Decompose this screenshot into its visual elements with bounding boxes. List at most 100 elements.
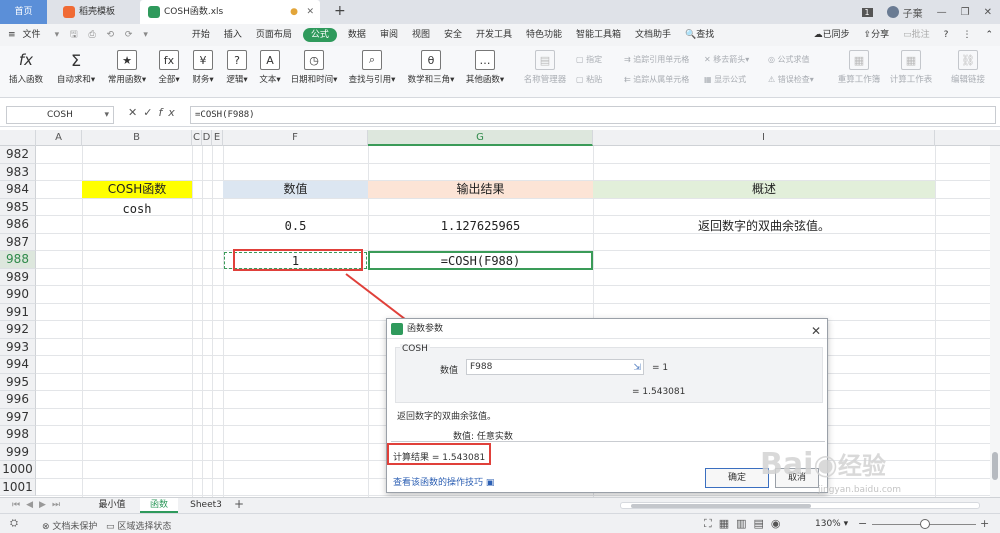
share-button[interactable]: ⇪分享 <box>857 24 897 46</box>
cell-g986[interactable]: 1.127625965 <box>368 218 593 235</box>
select-all-corner[interactable] <box>0 130 36 146</box>
cell-b985[interactable]: cosh <box>82 201 192 218</box>
zoom-out-icon[interactable]: − <box>858 517 867 530</box>
close-tab-icon[interactable]: ✕ <box>306 0 314 24</box>
new-tab-button[interactable]: + <box>334 3 346 19</box>
column-header-g[interactable]: G <box>368 130 593 146</box>
cell-i984[interactable]: 概述 <box>593 181 935 198</box>
row-header[interactable]: 983 <box>0 163 36 181</box>
collapse-dialog-icon[interactable]: ⇲ <box>633 361 641 375</box>
h-scroll-thumb[interactable] <box>631 504 811 508</box>
name-box[interactable]: COSH ▾ <box>6 106 114 124</box>
cell-g984[interactable]: 输出结果 <box>368 181 593 198</box>
row-header[interactable]: 993 <box>0 338 36 356</box>
column-header-c[interactable]: C <box>192 130 202 146</box>
row-header[interactable]: 992 <box>0 321 36 339</box>
menu-item[interactable]: 开发工具 <box>469 24 519 46</box>
specify-button[interactable]: ▢ 指定 <box>576 54 602 65</box>
menu-item[interactable]: 公式 <box>302 28 337 42</box>
comment-button[interactable]: ▭批注 <box>896 24 937 46</box>
cell-f984[interactable]: 数值 <box>223 181 368 198</box>
column-header-e[interactable]: E <box>212 130 223 146</box>
menu-item[interactable]: 开始 <box>185 24 217 46</box>
formula-input[interactable]: =COSH(F988) <box>190 106 996 124</box>
close-icon[interactable]: ✕ <box>811 321 821 341</box>
menu-item[interactable]: 插入 <box>217 24 249 46</box>
tab-home[interactable]: 首页 <box>0 0 47 24</box>
column-header-i[interactable]: I <box>593 130 935 146</box>
remove-arrows-button[interactable]: ✕ 移去箭头▾ <box>704 54 749 65</box>
zoom-in-icon[interactable]: + <box>980 517 989 530</box>
name-manager-button[interactable]: ▤ 名称管理器 <box>520 50 570 85</box>
sheet-tab-sheet3[interactable]: Sheet3 <box>184 498 228 513</box>
row-header[interactable]: 986 <box>0 216 36 234</box>
column-header-f[interactable]: F <box>223 130 368 146</box>
add-sheet-icon[interactable]: + <box>234 497 244 511</box>
sheet-tab-functions[interactable]: 函数 <box>140 498 178 513</box>
menu-item[interactable]: 安全 <box>437 24 469 46</box>
row-header[interactable]: 1001 <box>0 478 36 496</box>
finance-button[interactable]: ¥ 财务▾ <box>188 50 218 85</box>
edit-links-button[interactable]: ⛓ 编辑链接 <box>946 50 990 85</box>
autosum-button[interactable]: Σ 自动求和▾ <box>54 50 98 86</box>
row-header[interactable]: 995 <box>0 373 36 391</box>
calc-sheet-button[interactable]: ▦ 计算工作表 <box>886 50 936 85</box>
close-window-icon[interactable]: ✕ <box>984 7 992 18</box>
trace-precedents-button[interactable]: ⇉ 追踪引用单元格 <box>624 54 689 65</box>
column-header-b[interactable]: B <box>82 130 192 146</box>
lookup-button[interactable]: ⌕ 查找与引用▾ <box>346 50 398 85</box>
minimize-icon[interactable]: — <box>937 7 947 18</box>
row-header[interactable]: 996 <box>0 391 36 409</box>
row-header[interactable]: 985 <box>0 198 36 216</box>
confirm-icon[interactable]: ✓ <box>143 106 158 119</box>
trace-dependents-button[interactable]: ⇇ 追踪从属单元格 <box>624 74 689 85</box>
sync-button[interactable]: ☁已同步 <box>807 24 857 46</box>
row-header[interactable]: 982 <box>0 146 36 164</box>
math-button[interactable]: θ 数学和三角▾ <box>405 50 457 85</box>
tab-file[interactable]: COSH函数.xls ● ✕ <box>140 0 320 24</box>
horizontal-scrollbar[interactable] <box>620 502 980 509</box>
row-header[interactable]: 989 <box>0 268 36 286</box>
row-header[interactable]: 998 <box>0 426 36 444</box>
protect-status[interactable]: ⊗ 文档未保护 <box>42 519 97 532</box>
cell-b984[interactable]: COSH函数 <box>82 181 192 198</box>
restore-icon[interactable]: ❐ <box>961 7 970 18</box>
row-header[interactable]: 984 <box>0 181 36 199</box>
macro-icon[interactable]: ⛭ <box>10 518 18 529</box>
insert-function-button[interactable]: fx 插入函数 <box>6 50 46 85</box>
quick-access-icons[interactable]: ▾ 🖫 ⎙ ⟲ ⟳ ▾ <box>48 24 159 46</box>
datetime-button[interactable]: ◷ 日期和时间▾ <box>288 50 340 85</box>
arg-input[interactable]: F988 ⇲ <box>466 359 644 375</box>
column-header-d[interactable]: D <box>202 130 212 146</box>
column-header-a[interactable]: A <box>36 130 82 146</box>
menu-item[interactable]: 特色功能 <box>519 24 569 46</box>
paste-button[interactable]: ▢ 粘贴 <box>576 74 602 85</box>
hamburger-icon[interactable]: ≡ <box>0 24 23 46</box>
menu-item[interactable]: 数据 <box>341 24 373 46</box>
more-icon[interactable]: ⋮ <box>955 24 978 46</box>
menu-item[interactable]: 视图 <box>405 24 437 46</box>
zoom-slider-handle[interactable] <box>920 519 930 529</box>
show-formula-button[interactable]: ▦ 显示公式 <box>704 74 746 85</box>
menu-file[interactable]: 文件 <box>23 24 48 46</box>
zoom-level[interactable]: 130% ▾ <box>815 519 848 529</box>
menu-item[interactable]: 文档助手 <box>628 24 678 46</box>
row-header[interactable]: 997 <box>0 408 36 426</box>
common-functions-button[interactable]: ★ 常用函数▾ <box>104 50 150 85</box>
help-link[interactable]: 查看该函数的操作技巧 ▣ <box>393 475 494 488</box>
selection-mode[interactable]: ▭ 区域选择状态 <box>106 519 171 532</box>
text-button[interactable]: A 文本▾ <box>255 50 285 85</box>
cell-i986[interactable]: 返回数字的双曲余弦值。 <box>593 218 935 235</box>
row-header[interactable]: 990 <box>0 286 36 304</box>
menu-search[interactable]: 🔍查找 <box>678 24 721 46</box>
evaluate-formula-button[interactable]: ◎ 公式求值 <box>768 54 810 65</box>
recalc-workbook-button[interactable]: ▦ 重算工作簿 <box>836 50 882 85</box>
row-header[interactable]: 994 <box>0 356 36 374</box>
avatar[interactable] <box>886 6 899 18</box>
all-functions-button[interactable]: fx 全部▾ <box>154 50 184 85</box>
cancel-icon[interactable]: ✕ <box>128 106 143 119</box>
scroll-thumb[interactable] <box>992 452 998 480</box>
menu-item[interactable]: 智能工具箱 <box>569 24 628 46</box>
row-header[interactable]: 988 <box>0 251 36 269</box>
dialog-title-bar[interactable]: 函数参数 ✕ <box>387 319 827 339</box>
